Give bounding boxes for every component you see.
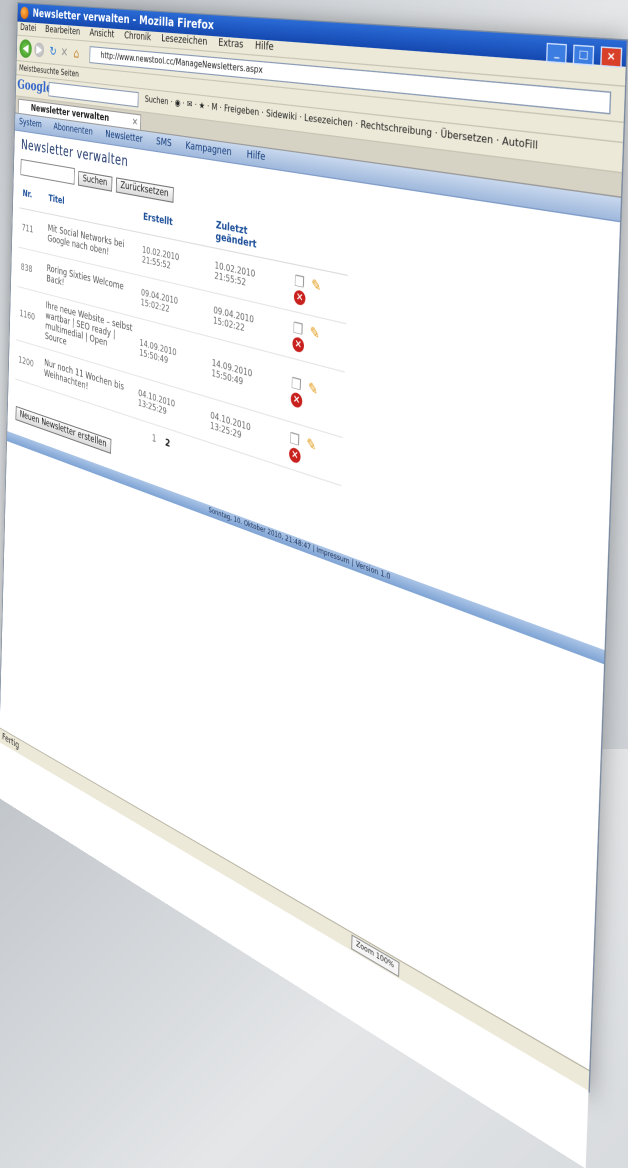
browser-window: Newsletter verwalten - Mozilla Firefox _…: [0, 2, 628, 1093]
nav-kampagnen[interactable]: Kampagnen: [185, 141, 231, 159]
stop-icon[interactable]: ✕: [61, 45, 69, 60]
delete-icon[interactable]: ×: [292, 336, 304, 353]
page-link-2[interactable]: 2: [165, 438, 170, 451]
stage: Newsletter verwalten - Mozilla Firefox _…: [0, 0, 628, 749]
minimize-button[interactable]: _: [546, 43, 567, 64]
copy-icon[interactable]: ❐: [289, 430, 300, 450]
home-icon[interactable]: ⌂: [73, 46, 79, 61]
google-logo: Google: [17, 77, 52, 96]
row-nr: 1200: [15, 340, 42, 388]
row-nr: 711: [19, 208, 46, 253]
nav-newsletter[interactable]: Newsletter: [105, 129, 143, 145]
copy-icon[interactable]: ❐: [294, 272, 305, 291]
delete-icon[interactable]: ×: [289, 446, 301, 464]
page-link-1[interactable]: 1: [152, 433, 157, 446]
nav-hilfe[interactable]: Hilfe: [247, 149, 266, 163]
copy-icon[interactable]: ❐: [293, 319, 304, 338]
nav-abonnenten[interactable]: Abonnenten: [53, 122, 93, 138]
menu-hilfe[interactable]: Hilfe: [255, 40, 274, 53]
menu-lesezeichen[interactable]: Lesezeichen: [161, 33, 207, 48]
edit-pencil-icon[interactable]: ✎: [306, 435, 316, 455]
delete-icon[interactable]: ×: [294, 289, 306, 306]
search-button[interactable]: Suchen: [78, 171, 112, 192]
menu-datei[interactable]: Datei: [20, 23, 36, 34]
maximize-button[interactable]: □: [573, 45, 595, 66]
copy-icon[interactable]: ❐: [291, 374, 302, 394]
close-button[interactable]: ×: [600, 46, 622, 68]
edit-pencil-icon[interactable]: ✎: [308, 379, 318, 399]
edit-pencil-icon[interactable]: ✎: [310, 323, 320, 342]
back-arrow-icon[interactable]: ◀: [19, 39, 32, 58]
row-nr: 1160: [16, 286, 43, 347]
menu-ansicht[interactable]: Ansicht: [89, 28, 114, 41]
firefox-icon: [20, 7, 28, 20]
reload-icon[interactable]: ↻: [49, 44, 56, 59]
edit-pencil-icon[interactable]: ✎: [311, 276, 321, 295]
nav-system[interactable]: System: [19, 117, 42, 130]
delete-icon[interactable]: ×: [291, 391, 303, 409]
forward-arrow-icon[interactable]: ▶: [34, 42, 44, 57]
menu-extras[interactable]: Extras: [218, 38, 243, 52]
menu-chronik[interactable]: Chronik: [124, 31, 151, 44]
nav-sms[interactable]: SMS: [156, 136, 172, 149]
menu-bearbeiten[interactable]: Bearbeiten: [45, 25, 80, 38]
close-tab-icon[interactable]: ×: [132, 114, 138, 130]
row-nr: 838: [18, 247, 45, 293]
